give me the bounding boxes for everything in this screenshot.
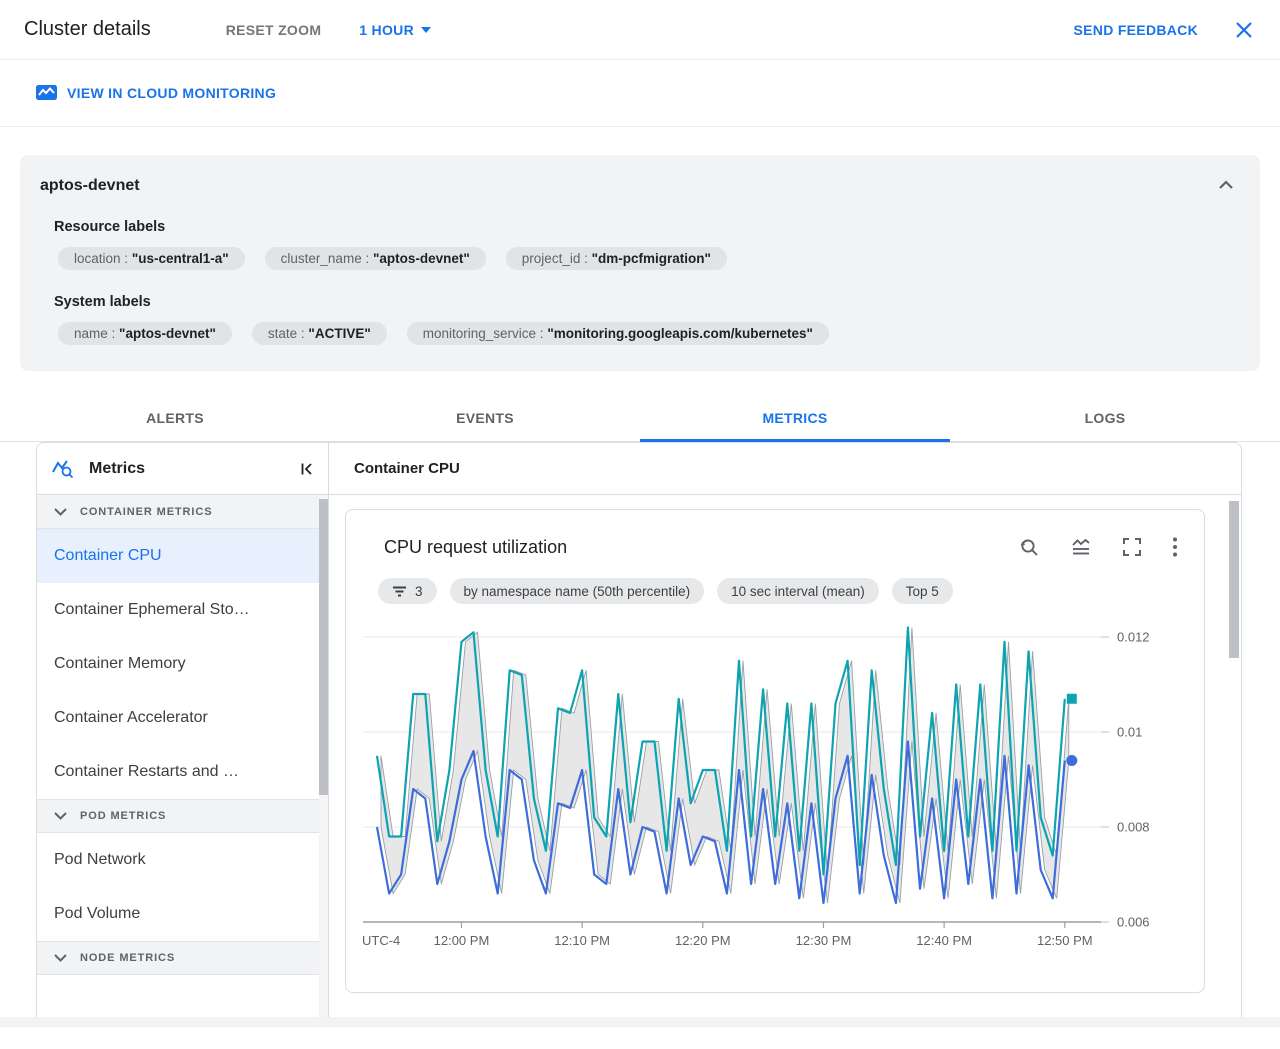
collapse-sidebar-button[interactable] [298, 460, 316, 478]
chart-area: 0.012 0.01 0.008 0.006 UTC-4 12:00 PM 12:10 PM… [348, 614, 1204, 969]
label-chip: name : "aptos-devnet" [58, 322, 232, 345]
close-icon [1236, 21, 1252, 38]
chevron-down-icon [54, 507, 67, 516]
chevron-down-icon [54, 812, 67, 820]
filter-count-chip[interactable]: 3 [378, 578, 437, 604]
label-chip: project_id : "dm-pcfmigration" [505, 247, 727, 270]
sidebar-item-container-restarts[interactable]: Container Restarts and … [37, 745, 328, 799]
fullscreen-icon [1123, 538, 1141, 556]
pane-title: Container CPU [329, 443, 1241, 495]
svg-text:12:40 PM: 12:40 PM [916, 933, 972, 948]
main-scrollbar[interactable] [1229, 499, 1239, 1017]
sidebar-item-container-cpu[interactable]: Container CPU [37, 529, 328, 583]
sidebar-item-pod-network[interactable]: Pod Network [37, 833, 328, 887]
more-options-button[interactable] [1172, 536, 1178, 558]
svg-text:12:20 PM: 12:20 PM [675, 933, 731, 948]
svg-text:0.006: 0.006 [1117, 915, 1150, 930]
metric-detail-pane: Container CPU CPU request utilization 3 … [329, 443, 1241, 1017]
section-pod-metrics[interactable]: POD METRICS [37, 799, 328, 833]
label-chip: state : "ACTIVE" [251, 322, 387, 345]
tab-alerts[interactable]: ALERTS [20, 395, 330, 441]
bottom-scroll-gutter [0, 1017, 1280, 1027]
svg-text:12:00 PM: 12:00 PM [434, 933, 490, 948]
svg-text:UTC-4: UTC-4 [362, 933, 400, 948]
label-chip: monitoring_service : "monitoring.googlea… [406, 322, 829, 345]
tab-events[interactable]: EVENTS [330, 395, 640, 441]
caret-down-icon [420, 26, 431, 33]
sidebar-item-container-memory[interactable]: Container Memory [37, 637, 328, 691]
svg-text:12:50 PM: 12:50 PM [1037, 933, 1093, 948]
reset-zoom-button[interactable]: RESET ZOOM [226, 22, 322, 38]
fullscreen-button[interactable] [1122, 537, 1142, 557]
system-labels-heading: System labels [54, 294, 151, 310]
groupby-chip[interactable]: by namespace name (50th percentile) [449, 578, 705, 604]
collapse-card-button[interactable] [1218, 177, 1234, 195]
sidebar-item-container-ephemeral-storage[interactable]: Container Ephemeral Sto… [37, 583, 328, 637]
pane-body: CPU request utilization 3 by namespace n… [329, 495, 1241, 1017]
chevron-down-icon [54, 954, 67, 962]
area-chart-icon [1072, 538, 1090, 555]
sidebar-scrollbar[interactable] [319, 495, 328, 1017]
sidebar-item-container-accelerator[interactable]: Container Accelerator [37, 691, 328, 745]
monitoring-link-label: VIEW IN CLOUD MONITORING [67, 85, 277, 101]
section-node-metrics[interactable]: NODE METRICS [37, 941, 328, 975]
cluster-summary-card: aptos-devnet Resource labels location : … [20, 155, 1260, 371]
resource-labels-row: location : "us-central1-a" cluster_name … [58, 247, 1240, 270]
svg-text:0.008: 0.008 [1117, 820, 1150, 835]
time-range-dropdown[interactable]: 1 HOUR [359, 22, 431, 38]
send-feedback-button[interactable]: SEND FEEDBACK [1074, 22, 1198, 38]
collapse-panel-icon [301, 462, 312, 475]
sidebar-scrollbar-thumb[interactable] [319, 499, 328, 795]
cpu-utilization-chart[interactable]: 0.012 0.01 0.008 0.006 UTC-4 12:00 PM 12:10 PM… [348, 614, 1193, 964]
top-bar: Cluster details RESET ZOOM 1 HOUR SEND F… [0, 0, 1280, 60]
main-scrollbar-thumb[interactable] [1229, 501, 1239, 658]
chart-filter-bar: 3 by namespace name (50th percentile) 10… [378, 578, 1204, 604]
chevron-up-icon [1219, 180, 1233, 189]
metrics-explorer-icon [52, 459, 74, 478]
chart-toolbar [1018, 536, 1178, 558]
svg-text:0.012: 0.012 [1117, 630, 1150, 645]
link-bar: VIEW IN CLOUD MONITORING [0, 60, 1280, 127]
system-labels-row: name : "aptos-devnet" state : "ACTIVE" m… [58, 322, 1240, 345]
metrics-content-panel: Metrics CONTAINER METRICS Container CPU … [36, 442, 1242, 1017]
resource-labels-heading: Resource labels [54, 219, 166, 235]
sidebar-header: Metrics [37, 443, 328, 495]
label-chip: location : "us-central1-a" [58, 247, 245, 270]
tab-bar: ALERTS EVENTS METRICS LOGS [0, 395, 1280, 442]
zoom-reset-button[interactable] [1018, 536, 1040, 558]
svg-text:12:10 PM: 12:10 PM [554, 933, 610, 948]
view-in-cloud-monitoring-link[interactable]: VIEW IN CLOUD MONITORING [36, 85, 276, 101]
sidebar-item-pod-volume[interactable]: Pod Volume [37, 887, 328, 941]
svg-text:0.01: 0.01 [1117, 725, 1142, 740]
cluster-name: aptos-devnet [40, 177, 140, 194]
page-title: Cluster details [24, 18, 151, 40]
zoom-reset-icon [1020, 539, 1038, 556]
chart-header: CPU request utilization [346, 536, 1204, 558]
sidebar-metric-list: CONTAINER METRICS Container CPU Containe… [37, 495, 328, 1017]
tab-logs[interactable]: LOGS [950, 395, 1260, 441]
section-container-metrics[interactable]: CONTAINER METRICS [37, 495, 328, 529]
time-range-label: 1 HOUR [359, 21, 414, 38]
chart-card: CPU request utilization 3 by namespace n… [345, 509, 1205, 993]
chart-title: CPU request utilization [384, 536, 568, 557]
kebab-menu-icon [1173, 537, 1177, 557]
metrics-sidebar: Metrics CONTAINER METRICS Container CPU … [37, 443, 329, 1017]
top5-chip[interactable]: Top 5 [891, 578, 953, 604]
monitoring-chart-icon [36, 85, 57, 100]
interval-chip[interactable]: 10 sec interval (mean) [717, 578, 879, 604]
close-panel-button[interactable] [1234, 19, 1256, 41]
label-chip: cluster_name : "aptos-devnet" [264, 247, 486, 270]
tab-metrics[interactable]: METRICS [640, 395, 950, 442]
sidebar-title: Metrics [89, 459, 146, 477]
area-chart-mode-button[interactable] [1070, 536, 1092, 558]
filter-list-icon [393, 586, 406, 596]
svg-text:12:30 PM: 12:30 PM [796, 933, 852, 948]
